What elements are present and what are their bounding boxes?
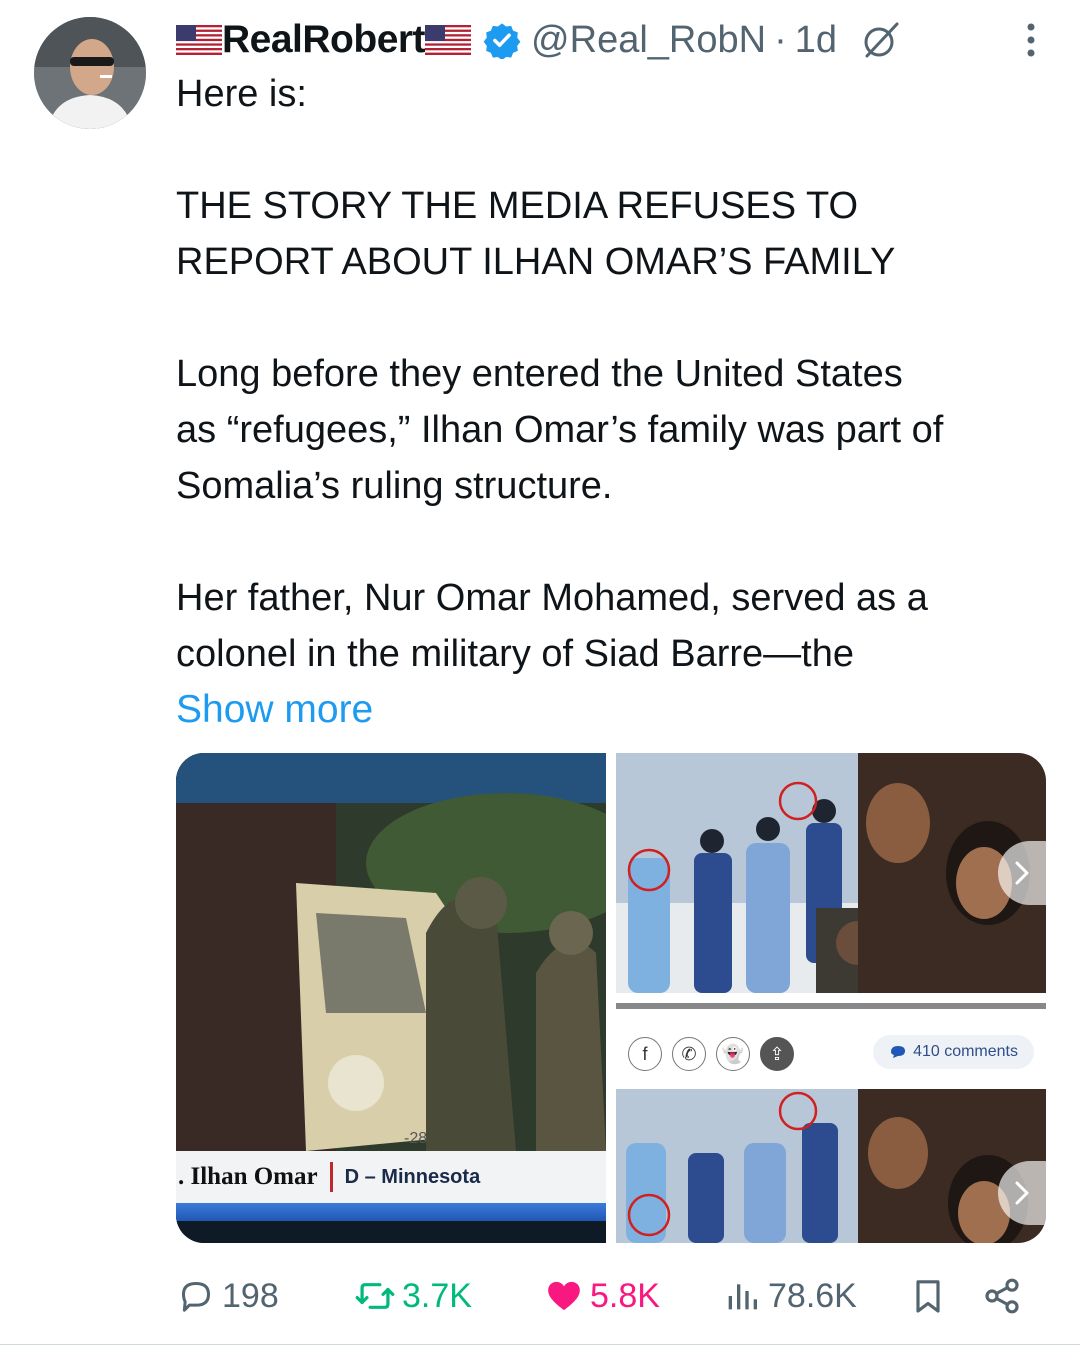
- us-flag-icon: [176, 25, 222, 55]
- tweet-paragraph-line: as “refugees,” Ilhan Omar’s family was p…: [176, 409, 944, 451]
- comments-count: 410 comments: [913, 1043, 1018, 1060]
- like-count: 5.8K: [590, 1276, 660, 1315]
- reply-icon: [182, 1282, 210, 1312]
- tweet-paragraph-line: Her father, Nur Omar Mohamed, served as …: [176, 577, 928, 619]
- repost-icon: [355, 1283, 395, 1309]
- reply-button[interactable]: 198: [176, 1266, 279, 1326]
- divider: [0, 1344, 1080, 1345]
- bookmark-button[interactable]: [908, 1266, 954, 1326]
- views-chart-icon: [728, 1284, 757, 1310]
- svg-text:-28: -28: [404, 1130, 427, 1147]
- bookmark-icon: [916, 1280, 940, 1313]
- news-lower-third: . Ilhan Omar D – Minnesota: [176, 1151, 606, 1203]
- news-caption-state: D – Minnesota: [344, 1165, 481, 1188]
- repost-button[interactable]: 3.7K: [354, 1266, 472, 1326]
- more-vertical-icon[interactable]: [1024, 20, 1038, 60]
- media-photo-thumbnail[interactable]: [616, 753, 1046, 993]
- tweet-paragraph-line: colonel in the military of Siad Barre—th…: [176, 633, 854, 675]
- chevron-right-icon: [1015, 861, 1029, 885]
- reply-count: 198: [222, 1276, 279, 1315]
- repost-count: 3.7K: [402, 1276, 472, 1315]
- view-count: 78.6K: [768, 1276, 857, 1315]
- avatar[interactable]: [34, 17, 146, 129]
- tweet-text: Here is: THE STORY THE MEDIA REFUSES TO …: [176, 66, 1056, 738]
- whatsapp-icon[interactable]: ✆: [672, 1037, 706, 1071]
- avatar-photo: [34, 17, 146, 129]
- tweet-paragraph-line: Somalia’s ruling structure.: [176, 465, 613, 507]
- tweet-header: RealRobert @Real_RobN · 1d: [176, 14, 1060, 66]
- comments-count-pill[interactable]: 410 comments: [873, 1035, 1034, 1069]
- grok-icon[interactable]: [859, 18, 903, 62]
- media-video-thumbnail[interactable]: -28 . Ilhan Omar D – Minnesota: [176, 753, 606, 1243]
- news-caption-name: . Ilhan Omar: [178, 1163, 318, 1190]
- share-nodes-icon: [985, 1278, 1019, 1314]
- heart-icon: [548, 1281, 580, 1311]
- collage-photo-image: [616, 753, 1046, 993]
- chevron-right-icon: [1015, 1181, 1029, 1205]
- verified-badge-icon: [483, 23, 521, 59]
- us-flag-icon: [425, 25, 472, 55]
- tweet-headline-line: REPORT ABOUT ILHAN OMAR’S FAMILY: [176, 241, 896, 283]
- tweet-headline-line: THE STORY THE MEDIA REFUSES TO: [176, 185, 859, 227]
- timestamp[interactable]: 1d: [795, 19, 837, 62]
- show-more-link[interactable]: Show more: [176, 682, 1056, 738]
- facebook-icon[interactable]: f: [628, 1037, 662, 1071]
- separator-dot: ·: [774, 18, 787, 61]
- tweet-intro: Here is:: [176, 73, 307, 115]
- comment-bubble-icon: [891, 1046, 906, 1058]
- views-button[interactable]: 78.6K: [722, 1266, 857, 1326]
- tweet-paragraph-line: Long before they entered the United Stat…: [176, 353, 903, 395]
- user-handle[interactable]: @Real_RobN: [531, 19, 766, 62]
- share-upload-icon[interactable]: ⇪: [760, 1037, 794, 1071]
- article-share-row: f ✆ 👻 ⇪: [628, 1037, 794, 1071]
- like-button[interactable]: 5.8K: [544, 1266, 660, 1326]
- media-grid: -28 . Ilhan Omar D – Minnesota f ✆ 👻 ⇪ 4…: [176, 753, 1046, 1243]
- share-button[interactable]: [982, 1266, 1028, 1326]
- media-article-screenshot[interactable]: f ✆ 👻 ⇪ 410 comments: [616, 1003, 1046, 1243]
- tweet-action-bar: 198 3.7K 5.8K 78.6K: [176, 1266, 1036, 1326]
- snapchat-icon[interactable]: 👻: [716, 1037, 750, 1071]
- display-name[interactable]: RealRobert: [222, 18, 426, 62]
